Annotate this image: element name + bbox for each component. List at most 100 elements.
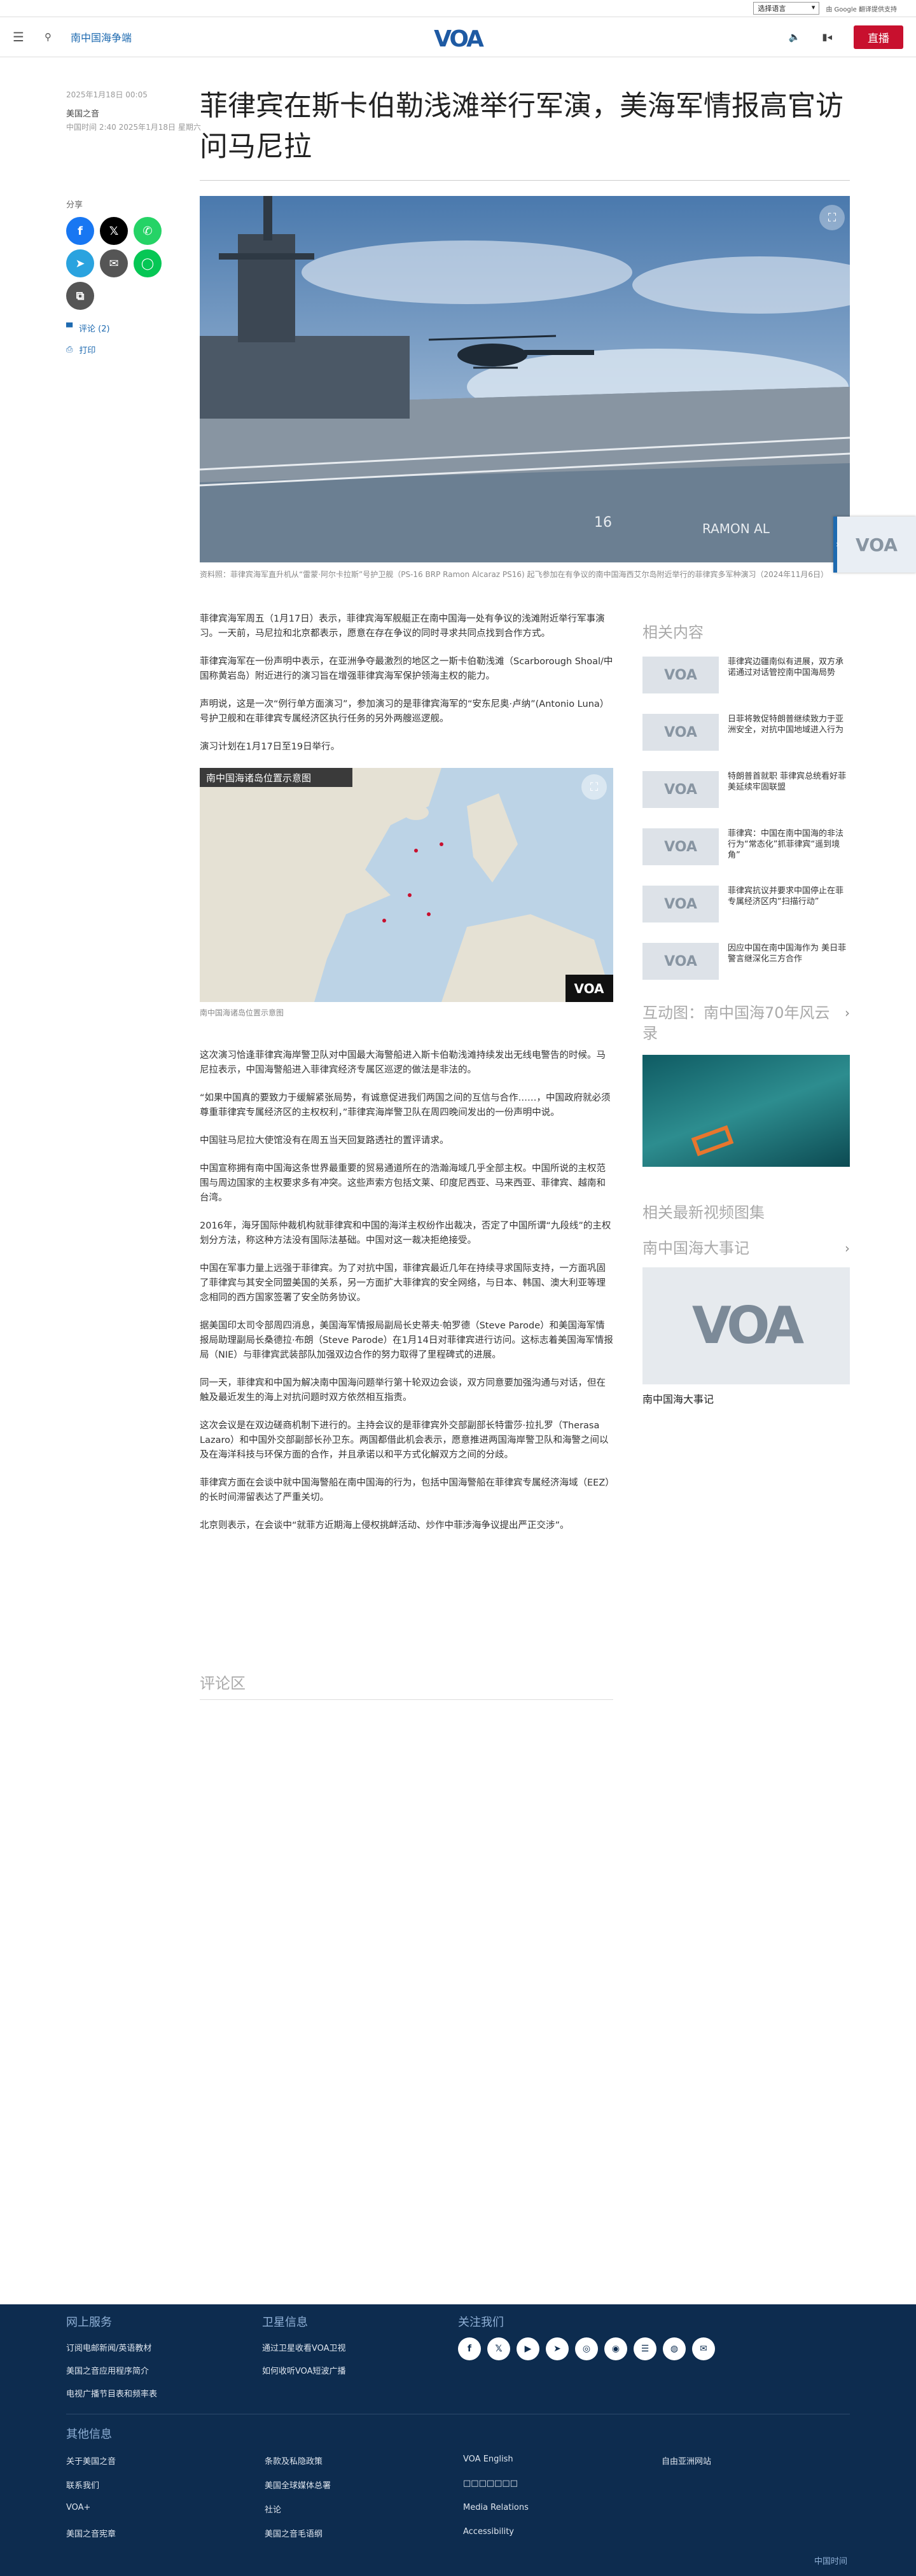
x-icon[interactable]: 𝕏 bbox=[487, 2337, 510, 2360]
footer-link[interactable]: 美国之音宪章 bbox=[66, 2527, 116, 2539]
telegram-share-icon[interactable]: ➤ bbox=[66, 249, 94, 277]
footer-link[interactable]: 如何收听VOA短波广播 bbox=[262, 2364, 346, 2376]
chevron-down-icon: ▾ bbox=[811, 3, 815, 11]
paragraph: 菲律宾海军周五（1月17日）表示，菲律宾海军舰艇正在南中国海一处有争议的浅滩附近… bbox=[200, 614, 605, 639]
google-translate-credit[interactable]: 由 Google 翻译提供支持 bbox=[826, 4, 897, 13]
timeline-logo: VOA bbox=[692, 1297, 804, 1354]
floating-video-badge[interactable]: › VOA bbox=[833, 517, 916, 573]
paragraph: 声明说，这是一次“例行单方面演习”，参加演习的是菲律宾海军的“安东尼奥·卢纳”(… bbox=[200, 699, 609, 724]
related-item-title: 因应中国在南中国海作为 美日菲警言继深化三方合作 bbox=[728, 943, 847, 964]
interactive-image[interactable] bbox=[642, 1055, 850, 1167]
title-divider bbox=[200, 180, 850, 181]
related-item[interactable]: VOA 日菲将敦促特朗普继续致力于亚洲安全，对抗中国地域进入行为 bbox=[642, 714, 850, 751]
rss-icon[interactable]: ☰ bbox=[634, 2337, 656, 2360]
instagram-icon[interactable]: ◎ bbox=[575, 2337, 598, 2360]
publish-date: 2025年1月18日 00:05 bbox=[66, 90, 148, 99]
voa-logo-thumbnail: VOA bbox=[642, 657, 719, 693]
share-label: 分享 bbox=[66, 200, 83, 210]
live-button[interactable]: 直播 bbox=[854, 25, 903, 49]
print-link[interactable]: ⎙ 打印 bbox=[66, 344, 95, 356]
byline[interactable]: 美国之音 bbox=[66, 107, 99, 119]
footer-link[interactable]: 美国之音应用程序简介 bbox=[66, 2364, 149, 2376]
related-item-title: 菲律宾边疆南似有进展，双方承诺通过对话管控南中国海局势 bbox=[728, 657, 844, 678]
chevron-right-icon: › bbox=[845, 1005, 850, 1020]
ship-name: RAMON AL bbox=[702, 521, 770, 536]
hero-caption: 资料照：菲律宾海军直升机从“雷蒙·阿尔卡拉斯”号护卫舰（PS-16 BRP Ra… bbox=[200, 570, 828, 579]
related-item-title: 菲律宾抗议并要求中国停止在菲专属经济区内“扫描行动” bbox=[728, 886, 844, 907]
voa-logo-thumbnail: VOA bbox=[642, 714, 719, 751]
x-share-icon[interactable]: 𝕏 bbox=[100, 217, 128, 245]
footer-link[interactable]: 联系我们 bbox=[66, 2479, 99, 2491]
podcast-icon[interactable]: ◉ bbox=[604, 2337, 627, 2360]
copy-link-icon[interactable]: ⧉ bbox=[66, 282, 94, 310]
email-icon[interactable]: ✉ bbox=[692, 2337, 715, 2360]
paragraph: 据美国印太司令部周四消息，美国海军情报局副局长史蒂夫·帕罗德（Steve Par… bbox=[200, 1321, 613, 1360]
paragraph: 中国驻马尼拉大使馆没有在周五当天回复路透社的置评请求。 bbox=[200, 1136, 449, 1146]
search-icon[interactable]: ⚲ bbox=[45, 31, 52, 43]
footer-link[interactable]: □□□□□□□ bbox=[463, 2479, 518, 2488]
print-link-label: 打印 bbox=[79, 346, 96, 356]
voa-logo-thumbnail: VOA bbox=[642, 943, 719, 980]
footer-link[interactable]: 自由亚洲网站 bbox=[662, 2454, 711, 2467]
footer-link[interactable]: 条款及私隐政策 bbox=[265, 2454, 323, 2467]
video-icon[interactable]: ▮◂ bbox=[822, 31, 832, 43]
voa-logo[interactable]: VOA bbox=[426, 26, 490, 52]
paragraph: 菲律宾方面在会谈中就中国海警船在南中国海的行为，包括中国海警船在菲律宾专属经济海… bbox=[200, 1478, 610, 1503]
hull-number: 16 bbox=[594, 515, 612, 531]
line-share-icon[interactable]: ◯ bbox=[134, 249, 162, 277]
section-link[interactable]: 南中国海争端 bbox=[71, 29, 132, 45]
video-gallery-heading[interactable]: 相关最新视频图集 bbox=[642, 1202, 850, 1223]
footer-link[interactable]: 通过卫星收看VOA卫视 bbox=[262, 2341, 346, 2353]
fullscreen-icon[interactable]: ⛶ bbox=[819, 205, 845, 230]
email-share-icon[interactable]: ✉ bbox=[100, 249, 128, 277]
print-icon: ⎙ bbox=[66, 345, 73, 354]
footer-link[interactable]: VOA+ bbox=[66, 2503, 90, 2512]
footer-link[interactable]: Media Relations bbox=[463, 2503, 529, 2512]
map-title: 南中国海诸岛位置示意图 bbox=[206, 772, 311, 784]
footer-link[interactable]: 社论 bbox=[265, 2503, 281, 2515]
footer-link[interactable]: 关于美国之音 bbox=[66, 2454, 116, 2467]
related-item[interactable]: VOA 菲律宾边疆南似有进展，双方承诺通过对话管控南中国海局势 bbox=[642, 657, 850, 693]
paragraph: 演习计划在1月17日至19日举行。 bbox=[200, 742, 340, 752]
footer-time: 中国时间 bbox=[814, 2557, 848, 2566]
footer-link[interactable]: VOA English bbox=[463, 2454, 513, 2464]
map-fullscreen-icon[interactable]: ⛶ bbox=[581, 774, 607, 800]
interactive-heading[interactable]: › 互动图：南中国海70年风云录 bbox=[642, 1003, 850, 1043]
timeline-thumbnail[interactable]: VOA bbox=[642, 1267, 850, 1384]
timeline-heading[interactable]: › 南中国海大事记 bbox=[642, 1238, 850, 1258]
facebook-share-icon[interactable]: f bbox=[66, 217, 94, 245]
other-info-heading: 其他信息 bbox=[66, 2428, 112, 2441]
language-bar: 选择语言 ▾ 由 Google 翻译提供支持 bbox=[0, 0, 916, 17]
timeline-caption[interactable]: 南中国海大事记 bbox=[642, 1391, 850, 1406]
china-time: 中国时间 2:40 2025年1月18日 星期六 bbox=[66, 123, 201, 132]
related-item[interactable]: VOA 特朗普首就职 菲律宾总统看好菲美延续牢固联盟 bbox=[642, 771, 850, 808]
hamburger-menu-icon[interactable]: ☰ bbox=[13, 29, 32, 45]
related-item[interactable]: VOA 菲律宾抗议并要求中国停止在菲专属经济区内“扫描行动” bbox=[642, 886, 850, 922]
telegram-icon[interactable]: ➤ bbox=[546, 2337, 569, 2360]
badge-logo: VOA bbox=[856, 534, 898, 555]
footer-link[interactable]: 美国之音毛语纲 bbox=[265, 2527, 323, 2539]
site-header: ☰ ⚲ 南中国海争端 VOA 🔈 ▮◂ 直播 bbox=[0, 17, 916, 57]
related-item-title: 日菲将敦促特朗普继续致力于亚洲安全，对抗中国地域进入行为 bbox=[728, 714, 844, 735]
whatsapp-share-icon[interactable]: ✆ bbox=[134, 217, 162, 245]
footer-link[interactable]: 电视广播节目表和频率表 bbox=[66, 2387, 157, 2399]
comment-icon: ▀ bbox=[66, 323, 73, 333]
paragraph: 这次演习恰逢菲律宾海岸警卫队对中国最大海警船进入斯卡伯勒浅滩持续发出无线电警告的… bbox=[200, 1050, 606, 1075]
paragraph: 2016年，海牙国际仲裁机构就菲律宾和中国的海洋主权纷作出裁决，否定了中国所谓“… bbox=[200, 1221, 611, 1246]
logo-text: VOA bbox=[434, 26, 484, 52]
language-select[interactable]: 选择语言 ▾ bbox=[753, 2, 820, 15]
related-item[interactable]: VOA 因应中国在南中国海作为 美日菲警言继深化三方合作 bbox=[642, 943, 850, 980]
voa-logo-thumbnail: VOA bbox=[642, 886, 719, 922]
map-logo: VOA bbox=[574, 981, 604, 996]
facebook-icon[interactable]: f bbox=[458, 2337, 481, 2360]
paragraph: “如果中国真的要致力于缓解紧张局势，有诚意促进我们两国之间的互信与合作……，中国… bbox=[200, 1093, 611, 1118]
related-item[interactable]: VOA 菲律宾：中国在南中国海的非法行为“常态化”抓菲律宾“遥到境角” bbox=[642, 828, 850, 865]
footer-link[interactable]: 美国全球媒体总署 bbox=[265, 2479, 331, 2491]
footer-link[interactable]: 订阅电邮新闻/英语教材 bbox=[66, 2341, 151, 2353]
youtube-icon[interactable]: ▶ bbox=[517, 2337, 539, 2360]
comments-link[interactable]: ▀ 评论 (2) bbox=[66, 322, 110, 334]
weibo-icon[interactable]: ◍ bbox=[663, 2337, 686, 2360]
footer-link[interactable]: Accessibility bbox=[463, 2527, 514, 2537]
audio-icon[interactable]: 🔈 bbox=[789, 31, 801, 43]
chevron-right-icon: › bbox=[836, 540, 840, 550]
